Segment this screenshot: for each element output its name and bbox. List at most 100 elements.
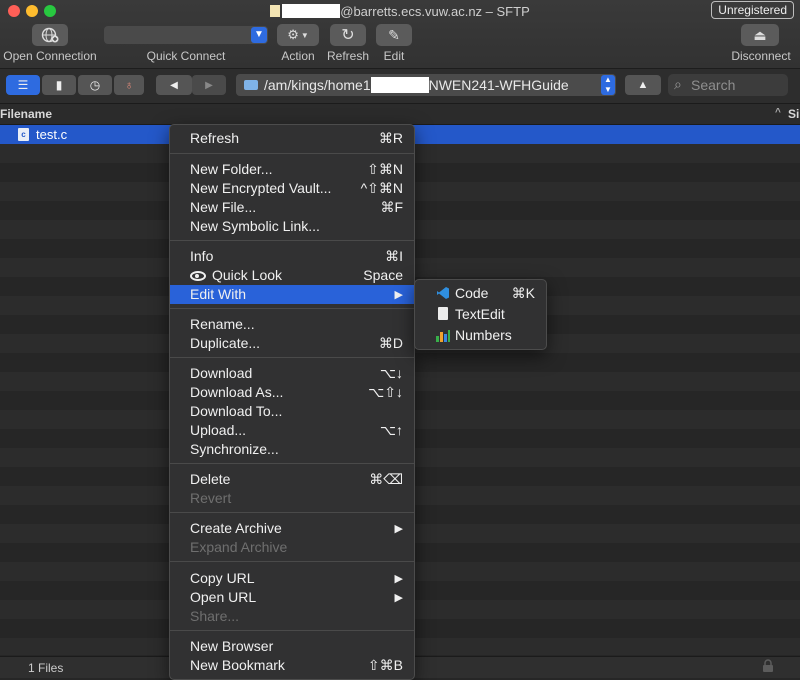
filename-column-header[interactable]: Filename bbox=[0, 107, 52, 121]
bonjour-view-button[interactable]: ♁ bbox=[114, 75, 144, 95]
menu-item-copy-url[interactable]: Copy URL ▶ bbox=[170, 569, 414, 588]
bookmark-icon: ▮ bbox=[55, 78, 63, 92]
submenu-item-code[interactable]: Code ⌘K bbox=[415, 284, 546, 303]
column-header: Filename ^ Si bbox=[0, 104, 800, 125]
bookmarks-view-button[interactable]: ▮ bbox=[42, 75, 76, 95]
menu-separator bbox=[170, 357, 414, 358]
menu-item-expand-archive: Expand Archive bbox=[190, 539, 288, 555]
disconnect-label: Disconnect bbox=[731, 49, 791, 63]
clock-icon: ◷ bbox=[89, 78, 101, 92]
navigation-bar: ☰ ▮ ◷ ♁ ◀ ▶ /am/kings/home1 NWEN241-WFHGu… bbox=[0, 69, 800, 104]
menu-item-new-bookmark[interactable]: New Bookmark ⇧⌘B bbox=[170, 656, 414, 675]
chevron-down-icon: ▼ bbox=[300, 30, 309, 40]
menu-separator bbox=[170, 463, 414, 464]
menu-separator bbox=[170, 308, 414, 309]
c-file-icon: c bbox=[18, 128, 29, 141]
quick-connect-label: Quick Connect bbox=[146, 49, 226, 63]
triangle-up-icon: ▲ bbox=[637, 79, 649, 91]
submenu-arrow-icon: ▶ bbox=[394, 592, 403, 604]
menu-item-duplicate[interactable]: Duplicate... ⌘D bbox=[170, 334, 414, 353]
unregistered-badge[interactable]: Unregistered bbox=[711, 1, 794, 19]
quick-connect-combobox[interactable]: ▼ bbox=[104, 26, 268, 44]
file-name: test.c bbox=[36, 127, 68, 142]
toolbar: @barretts.ecs.vuw.ac.nz – SFTP Unregiste… bbox=[0, 0, 800, 69]
menu-separator bbox=[170, 240, 414, 241]
menu-item-new-encrypted-vault[interactable]: New Encrypted Vault... ^⇧⌘N bbox=[170, 179, 414, 198]
lock-icon bbox=[762, 659, 773, 672]
menu-item-new-browser[interactable]: New Browser bbox=[170, 637, 414, 656]
gear-icon: ⚙ bbox=[287, 27, 299, 42]
window-title: @barretts.ecs.vuw.ac.nz – SFTP bbox=[0, 4, 800, 19]
list-icon: ☰ bbox=[17, 78, 29, 92]
menu-item-edit-with[interactable]: Edit With ▶ bbox=[170, 285, 414, 304]
path-text: /am/kings/home1 NWEN241-WFHGuide bbox=[264, 77, 569, 93]
submenu-arrow-icon: ▶ bbox=[394, 523, 403, 535]
triangle-left-icon: ◀ bbox=[170, 79, 178, 91]
folder-icon bbox=[244, 80, 258, 90]
submenu-arrow-icon: ▶ bbox=[394, 289, 403, 301]
globe-plus-icon bbox=[41, 27, 59, 43]
refresh-icon: ↻ bbox=[341, 27, 355, 44]
forward-button[interactable]: ▶ bbox=[192, 75, 226, 95]
menu-item-open-url[interactable]: Open URL ▶ bbox=[170, 588, 414, 607]
history-view-button[interactable]: ◷ bbox=[78, 75, 112, 95]
search-icon: ⌕ bbox=[674, 76, 682, 92]
menu-item-create-archive[interactable]: Create Archive ▶ bbox=[170, 519, 414, 538]
action-label: Action bbox=[281, 49, 315, 63]
document-icon bbox=[270, 5, 281, 17]
menu-item-new-file[interactable]: New File... ⌘F bbox=[170, 198, 414, 217]
menu-item-new-symbolic-link[interactable]: New Symbolic Link... bbox=[170, 217, 414, 236]
path-selector[interactable]: /am/kings/home1 NWEN241-WFHGuide ▲ ▼ bbox=[236, 74, 616, 96]
chevron-down-icon[interactable]: ▼ bbox=[251, 27, 267, 43]
action-button[interactable]: ⚙ ▼ bbox=[277, 24, 319, 46]
menu-item-refresh[interactable]: Refresh ⌘R bbox=[170, 129, 414, 148]
submenu-item-numbers[interactable]: Numbers bbox=[415, 326, 546, 345]
pencil-icon: ✎ bbox=[388, 26, 400, 43]
menu-separator bbox=[170, 630, 414, 631]
search-placeholder: Search bbox=[691, 77, 736, 93]
browser-view-button[interactable]: ☰ bbox=[6, 75, 40, 95]
open-connection-button[interactable] bbox=[32, 24, 68, 46]
menu-item-quick-look[interactable]: Quick Look Space bbox=[170, 266, 414, 285]
context-menu: Refresh ⌘R New Folder... ⇧⌘N New Encrypted… bbox=[169, 124, 415, 680]
numbers-icon bbox=[436, 329, 450, 345]
sort-ascending-icon: ^ bbox=[775, 107, 781, 118]
back-button[interactable]: ◀ bbox=[156, 75, 192, 95]
submenu-item-textedit[interactable]: TextEdit bbox=[415, 305, 546, 324]
menu-item-download[interactable]: Download ⌥↓ bbox=[170, 364, 414, 383]
parent-directory-button[interactable]: ▲ bbox=[625, 75, 661, 95]
menu-item-share: Share... bbox=[190, 608, 240, 624]
menu-item-new-folder[interactable]: New Folder... ⇧⌘N bbox=[170, 160, 414, 179]
open-connection-label: Open Connection bbox=[3, 49, 97, 63]
redacted-path-segment bbox=[370, 77, 429, 93]
menu-item-download-to[interactable]: Download To... bbox=[170, 402, 414, 421]
redacted-username bbox=[282, 4, 341, 18]
eject-icon: ⏏ bbox=[753, 26, 767, 43]
edit-label: Edit bbox=[383, 49, 405, 63]
eye-icon bbox=[190, 271, 206, 281]
triangle-right-icon: ▶ bbox=[205, 79, 213, 91]
file-count: 1 Files bbox=[28, 661, 64, 675]
refresh-button[interactable]: ↻ bbox=[330, 24, 366, 46]
edit-with-submenu: Code ⌘K TextEdit Numbers bbox=[414, 279, 547, 350]
vscode-icon bbox=[436, 286, 450, 303]
menu-item-info[interactable]: Info ⌘I bbox=[170, 247, 414, 266]
search-field[interactable]: ⌕ Search bbox=[668, 74, 788, 96]
menu-item-revert: Revert bbox=[190, 490, 232, 506]
bonjour-icon: ♁ bbox=[124, 78, 134, 92]
path-stepper-icon[interactable]: ▲ ▼ bbox=[601, 75, 615, 95]
submenu-arrow-icon: ▶ bbox=[394, 573, 403, 585]
disconnect-button[interactable]: ⏏ bbox=[741, 24, 779, 46]
menu-item-download-as[interactable]: Download As... ⌥⇧↓ bbox=[170, 383, 414, 402]
menu-separator bbox=[170, 153, 414, 154]
size-column-header[interactable]: Si bbox=[788, 107, 799, 121]
textedit-icon bbox=[438, 307, 448, 320]
menu-separator bbox=[170, 561, 414, 562]
menu-item-rename[interactable]: Rename... bbox=[170, 315, 414, 334]
menu-separator bbox=[170, 512, 414, 513]
edit-button[interactable]: ✎ bbox=[376, 24, 412, 46]
menu-item-synchronize[interactable]: Synchronize... bbox=[170, 440, 414, 459]
refresh-label: Refresh bbox=[326, 49, 370, 63]
menu-item-upload[interactable]: Upload... ⌥↑ bbox=[170, 421, 414, 440]
menu-item-delete[interactable]: Delete ⌘⌫ bbox=[170, 470, 414, 489]
